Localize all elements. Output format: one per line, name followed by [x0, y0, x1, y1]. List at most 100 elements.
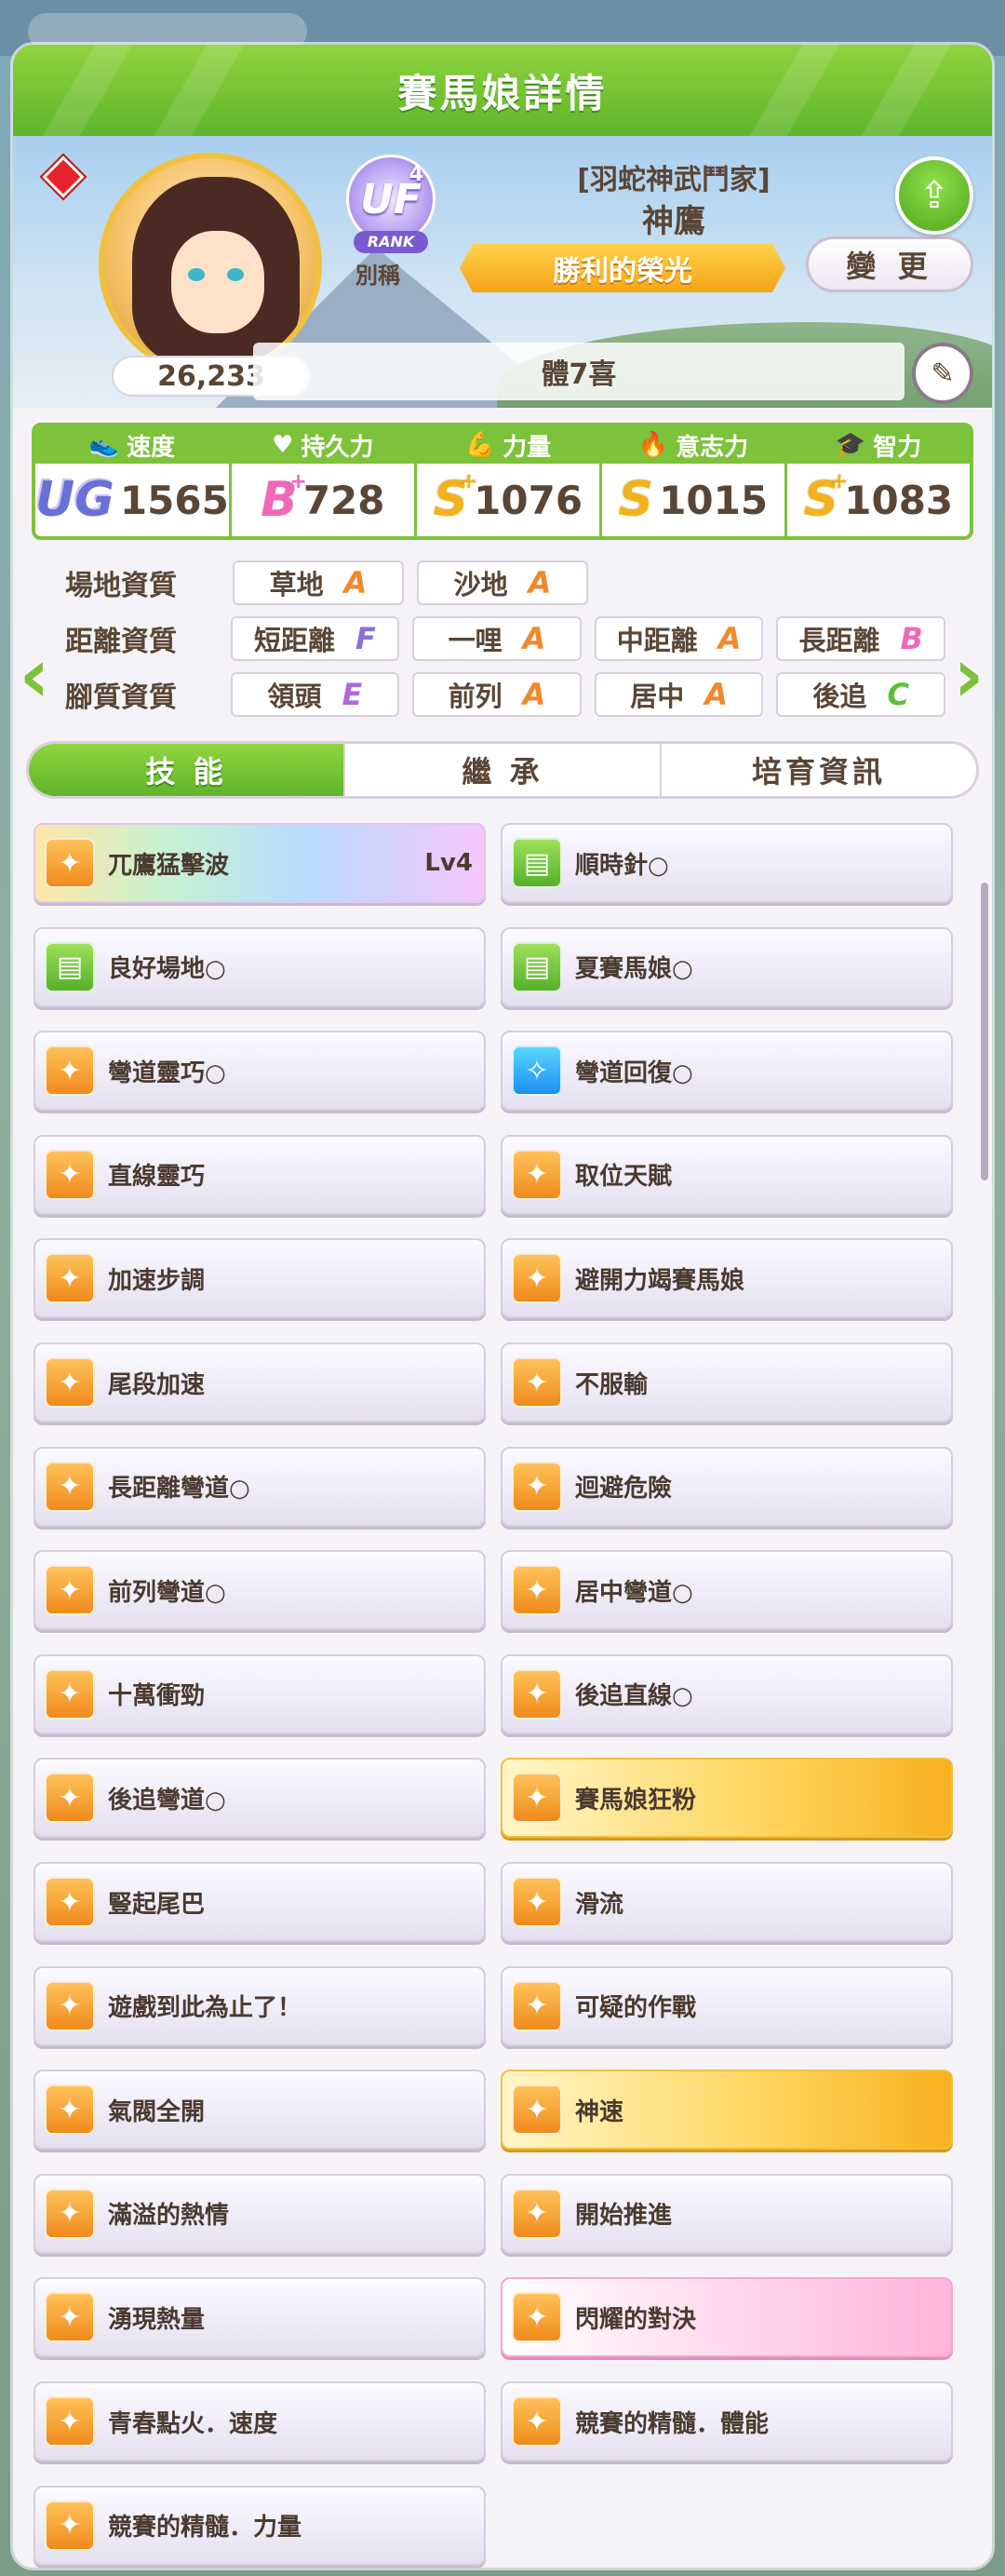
skill-name: 氣閥全開 — [108, 2097, 206, 2126]
skill-item[interactable]: ✦ 開始推進 — [501, 2173, 953, 2254]
skill-item[interactable]: ✦ 滿溢的熱情 — [34, 2173, 486, 2254]
skill-item[interactable]: ▤ 順時針○ — [501, 823, 953, 903]
skill-icon: ✦ — [45, 1045, 95, 1097]
skill-item[interactable]: ✦ 湧現熱量 — [34, 2277, 486, 2358]
skill-item[interactable]: ✦ 尾段加速 — [34, 1342, 486, 1423]
graduation-cap-icon: 🎓 — [835, 431, 866, 459]
stat-grade: UG — [35, 472, 114, 528]
share-button[interactable]: ⇪ — [895, 156, 973, 235]
skill-icon: ▤ — [512, 838, 562, 888]
page-title: 賽馬娘詳情 — [397, 70, 608, 116]
skill-item[interactable]: ✦ 閃耀的對決 — [501, 2277, 953, 2358]
tab-inheritance[interactable]: 繼 承 — [345, 744, 662, 796]
skill-item[interactable]: ▤ 良好場地○ — [34, 926, 486, 1007]
skill-item[interactable]: ✦ 遊戲到此為止了！ — [34, 1965, 486, 2046]
skill-item[interactable]: ✦ 十萬衝勁 — [34, 1653, 486, 1734]
skill-item[interactable]: ✦ 兀鷹猛擊波 Lv4 — [34, 823, 486, 903]
rarity-diamond-icon — [42, 155, 85, 198]
change-button[interactable]: 變 更 — [806, 236, 973, 292]
skill-item[interactable]: ✧ 彎道回復○ — [501, 1031, 953, 1112]
muscle-icon: 💪 — [464, 431, 496, 459]
aptitude-label: 腳質資質 — [65, 681, 177, 714]
shoe-icon: 👟 — [88, 431, 120, 459]
aptitude-cell: 前列 A — [412, 672, 582, 717]
skill-item[interactable]: ✦ 加速步調 — [34, 1238, 486, 1319]
skill-item[interactable]: ✦ 氣閥全開 — [34, 2070, 486, 2151]
skill-icon: ✦ — [45, 1980, 95, 2031]
skill-icon: ✦ — [45, 2188, 95, 2239]
skill-name: 不服輸 — [575, 1370, 649, 1399]
skill-name: 青春點火．速度 — [108, 2409, 278, 2438]
skill-icon: ✦ — [45, 838, 95, 888]
skill-icon: ✦ — [512, 1565, 562, 1616]
stat-grade: S — [618, 472, 654, 528]
aptitude-cell: 一哩 A — [412, 616, 582, 661]
skill-item[interactable]: ✦ 豎起尾巴 — [34, 1862, 486, 1942]
skill-name: 競賽的精髓．體能 — [575, 2409, 770, 2438]
scrollbar[interactable] — [981, 883, 988, 1180]
stat-power: 💪 力量 S +1076 — [416, 426, 602, 536]
stats-table: 👟 速度 UG 1565 ♥ 持久力 B +728 💪 力量 S +1076 🔥 意志力 S1… — [32, 423, 973, 540]
skill-item[interactable]: ✦ 前列彎道○ — [34, 1550, 486, 1631]
skill-item[interactable]: ✦ 取位天賦 — [501, 1134, 953, 1215]
skill-item[interactable]: ✦ 直線靈巧 — [34, 1134, 486, 1215]
skill-name: 滿溢的熱情 — [108, 2202, 230, 2231]
stat-speed: 👟 速度 UG 1565 — [35, 426, 232, 536]
skill-item[interactable]: ✦ 避開力竭賽馬娘 — [501, 1238, 953, 1319]
skill-icon: ✦ — [45, 2396, 95, 2447]
skill-name: 居中彎道○ — [575, 1578, 693, 1607]
skill-item[interactable]: ✦ 後追直線○ — [501, 1653, 953, 1734]
skill-item[interactable]: ✦ 長距離彎道○ — [34, 1446, 486, 1527]
heart-icon: ♥ — [272, 431, 294, 459]
aptitude-row-style: 腳質資質 領頭 E 前列 A 居中 A 後追 C — [65, 672, 958, 717]
skill-icon: ✦ — [512, 2188, 562, 2239]
skill-item[interactable]: ✦ 青春點火．速度 — [34, 2381, 486, 2461]
skill-name: 賽馬娘狂粉 — [575, 1786, 697, 1814]
skill-icon: ✧ — [512, 1045, 562, 1097]
character-name: 神鷹 — [642, 203, 705, 240]
stat-value: 1565 — [119, 477, 229, 523]
skill-name: 遊戲到此為止了！ — [108, 1994, 302, 2023]
skill-name: 神速 — [575, 2097, 624, 2126]
skill-icon: ✦ — [45, 1253, 95, 1304]
tab-training-info[interactable]: 培育資訊 — [662, 744, 976, 796]
skill-item[interactable]: ✦ 賽馬娘狂粉 — [501, 1758, 953, 1839]
stat-value: 1015 — [659, 477, 769, 523]
skill-item[interactable]: ✦ 居中彎道○ — [501, 1550, 953, 1631]
aptitude-cell: 短距離 F — [230, 616, 400, 661]
skill-item[interactable]: ✦ 不服輸 — [501, 1342, 953, 1423]
aptitude-row-distance: 距離資質 短距離 F 一哩 A 中距離 A 長距離 B — [65, 616, 958, 661]
skill-name: 豎起尾巴 — [108, 1890, 206, 1919]
skill-item[interactable]: ✦ 神速 — [501, 2070, 953, 2151]
edit-button[interactable]: ✎ — [912, 343, 973, 404]
skill-name: 順時針○ — [575, 851, 669, 880]
title-bar: 賽馬娘詳情 — [13, 45, 992, 136]
skill-item[interactable]: ✦ 迴避危險 — [501, 1446, 953, 1527]
skill-icon: ✦ — [512, 1357, 562, 1408]
skill-icon: ✦ — [45, 2500, 95, 2551]
rank-badge[interactable]: UF 4 RANK — [339, 151, 441, 272]
detail-panel: 賽馬娘詳情 26,233 UF 4 RANK 別稱 [羽蛇神武鬥家] 神鷹 勝利的… — [13, 45, 992, 2568]
skill-name: 湧現熱量 — [108, 2305, 206, 2334]
skill-icon: ✦ — [512, 1253, 562, 1304]
stat-stamina: ♥ 持久力 B +728 — [231, 426, 417, 536]
trainer-name: 體7喜 — [253, 343, 904, 400]
tab-skills[interactable]: 技 能 — [29, 744, 345, 796]
share-icon: ⇪ — [918, 174, 950, 217]
aptitude-label: 場地資質 — [65, 570, 177, 602]
skill-item[interactable]: ✦ 競賽的精髓．體能 — [501, 2381, 953, 2461]
aptitude-cell: 領頭 E — [230, 672, 400, 717]
skill-item[interactable]: ✦ 滑流 — [501, 1862, 953, 1942]
prev-arrow-icon[interactable]: ‹ — [13, 637, 56, 715]
skill-item[interactable]: ✦ 競賽的精髓．力量 — [34, 2485, 486, 2566]
rank-sub: 4 — [409, 163, 423, 186]
skill-item[interactable]: ✦ 可疑的作戰 — [501, 1965, 953, 2046]
skill-name: 尾段加速 — [108, 1370, 206, 1399]
skill-icon: ✦ — [512, 1668, 562, 1720]
skill-icon: ✦ — [45, 1357, 95, 1408]
skill-item[interactable]: ▤ 夏賽馬娘○ — [501, 926, 953, 1007]
skill-icon: ✦ — [512, 1877, 562, 1927]
skill-item[interactable]: ✦ 彎道靈巧○ — [34, 1031, 486, 1112]
aptitude-cell: 沙地 A — [417, 560, 588, 605]
skill-item[interactable]: ✦ 後追彎道○ — [34, 1758, 486, 1839]
